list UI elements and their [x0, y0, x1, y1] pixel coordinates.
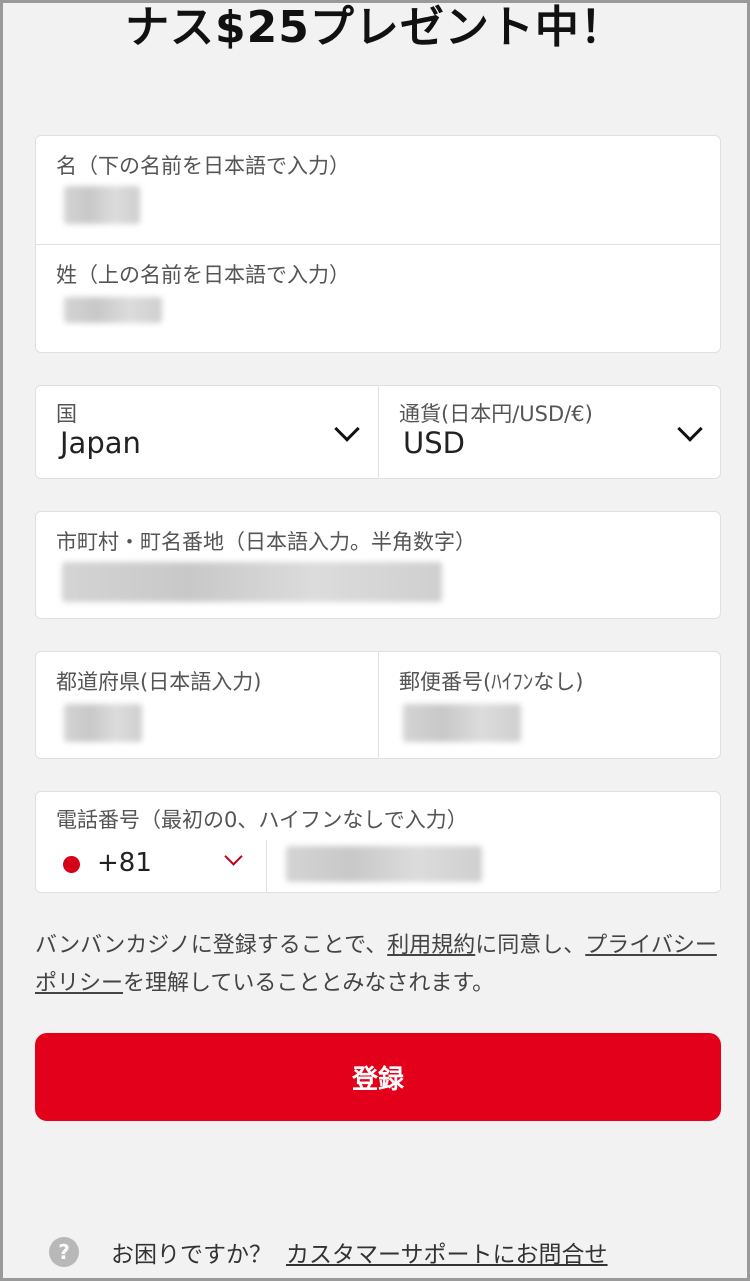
japan-flag-icon — [63, 856, 80, 873]
first-name-field[interactable]: 名（下の名前を日本語で入力） — [36, 136, 720, 244]
currency-label: 通貨(日本円/USD/€) — [399, 402, 593, 426]
country-label: 国 — [56, 402, 77, 426]
page-headline: ナス$25プレゼント中！ — [125, 2, 625, 53]
chevron-down-icon — [224, 847, 243, 866]
last-name-label: 姓（上の名前を日本語で入力） — [56, 263, 350, 287]
help-row: ? お困りですか？ カスタマーサポートにお問合せ — [49, 1235, 608, 1269]
phone-divider — [266, 840, 267, 892]
postal-value-redacted — [403, 704, 521, 742]
currency-select[interactable]: 通貨(日本円/USD/€) USD — [379, 386, 720, 478]
last-name-field[interactable]: 姓（上の名前を日本語で入力） — [36, 245, 720, 352]
country-value: Japan — [60, 426, 141, 460]
consent-text-3: を理解していることとみなされます。 — [123, 971, 495, 996]
country-code-value: +81 — [97, 848, 152, 878]
postal-field[interactable]: 郵便番号(ﾊｲﾌﾝなし) — [379, 652, 720, 758]
address-field[interactable]: 市町村・町名番地（日本語入力。半角数字） — [35, 511, 721, 619]
last-name-value-redacted — [64, 297, 162, 323]
name-card: 名（下の名前を日本語で入力） 姓（上の名前を日本語で入力） — [35, 135, 721, 353]
address-value-redacted — [62, 562, 442, 602]
prefecture-field[interactable]: 都道府県(日本語入力) — [36, 652, 378, 758]
prefecture-label: 都道府県(日本語入力) — [56, 670, 262, 694]
chevron-down-icon — [334, 416, 360, 442]
currency-value: USD — [403, 426, 465, 460]
prefecture-postal-card: 都道府県(日本語入力) 郵便番号(ﾊｲﾌﾝなし) — [35, 651, 721, 759]
first-name-label: 名（下の名前を日本語で入力） — [56, 154, 350, 178]
chevron-down-icon — [677, 416, 703, 442]
consent-text: バンバンカジノに登録することで、利用規約に同意し、プライバシーポリシーを理解して… — [35, 927, 725, 1003]
consent-text-1: バンバンカジノに登録することで、 — [35, 933, 388, 958]
terms-link[interactable]: 利用規約 — [387, 933, 475, 958]
phone-label: 電話番号（最初の0、ハイフンなしで入力） — [56, 808, 468, 832]
address-label: 市町村・町名番地（日本語入力。半角数字） — [56, 530, 476, 554]
phone-card: 電話番号（最初の0、ハイフンなしで入力） +81 — [35, 791, 721, 893]
consent-text-2: に同意し、 — [475, 933, 586, 958]
customer-support-link[interactable]: カスタマーサポートにお問合せ — [286, 1235, 608, 1269]
first-name-value-redacted — [64, 186, 140, 224]
country-select[interactable]: 国 Japan — [36, 386, 378, 478]
phone-value-redacted — [286, 846, 482, 882]
question-mark-icon: ? — [49, 1237, 79, 1267]
prefecture-value-redacted — [64, 704, 142, 742]
phone-number-field[interactable] — [268, 840, 720, 890]
country-currency-card: 国 Japan 通貨(日本円/USD/€) USD — [35, 385, 721, 479]
register-button[interactable]: 登録 — [35, 1033, 721, 1121]
help-question: お困りですか？ — [111, 1242, 272, 1268]
postal-label: 郵便番号(ﾊｲﾌﾝなし) — [399, 670, 584, 694]
